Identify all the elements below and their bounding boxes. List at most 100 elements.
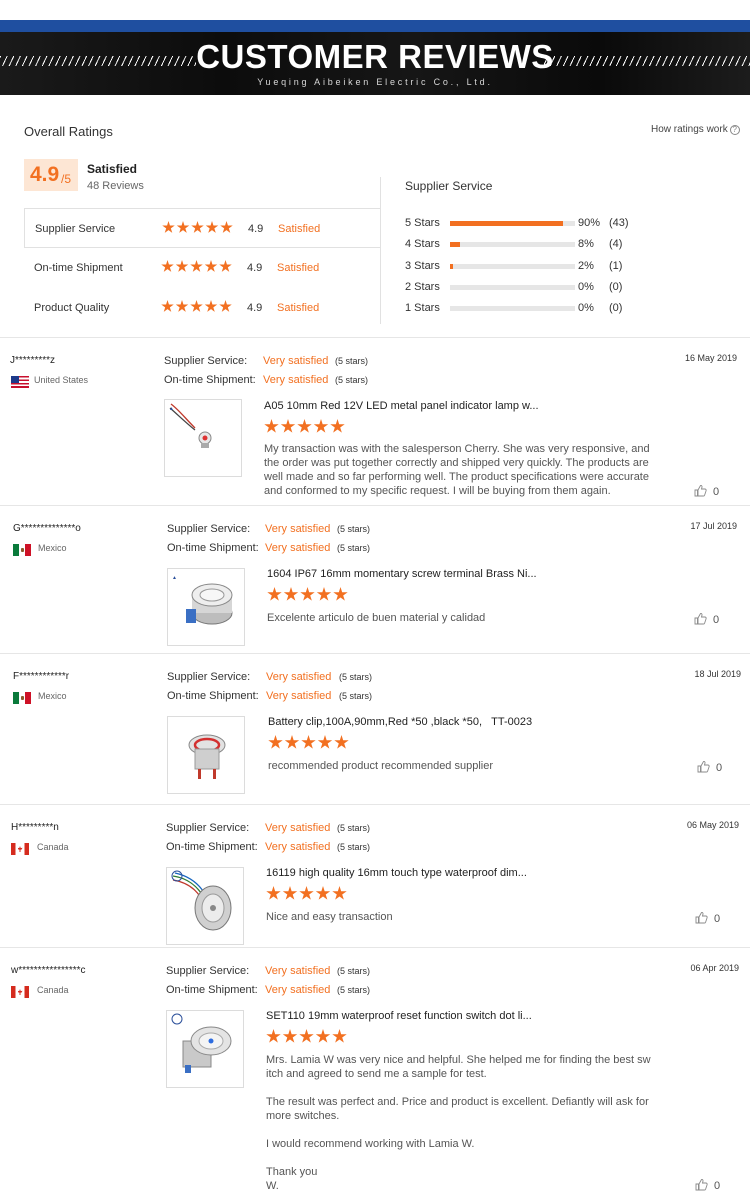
star-icon (316, 587, 332, 601)
product-thumbnail[interactable] (167, 716, 245, 794)
product-title-link[interactable]: Battery clip,100A,90mm,Red *50 ,black *5… (268, 716, 532, 728)
supplier-service-value: Very satisfied (263, 355, 329, 367)
star-bar-label: 1 Stars (405, 302, 440, 314)
review-date: 06 Apr 2019 (690, 963, 739, 973)
category-status: Satisfied (278, 223, 321, 235)
star-icon (190, 300, 203, 312)
category-score: 4.9 (247, 302, 263, 314)
star-rating (161, 300, 234, 318)
reviewer-name: J*********z (10, 355, 56, 366)
reviewer-country: Canada (37, 985, 69, 995)
reviewer-country: Canada (37, 842, 69, 852)
star-bar-percent: 0% (578, 281, 594, 293)
star-bar-track (450, 221, 575, 226)
overall-score-denominator: /5 (61, 172, 72, 186)
star-bar-fill (450, 242, 460, 247)
star-bar-percent: 90% (578, 217, 601, 229)
ontime-shipment-label: On-time Shipment: (167, 542, 259, 554)
product-title-link[interactable]: SET110 19mm waterproof reset function sw… (266, 1010, 532, 1022)
product-thumbnail[interactable] (166, 1010, 244, 1088)
review-item: J*********z United States Supplier Service… (0, 347, 750, 500)
review-item: F************r Mexico Supplier Service: Ver… (0, 663, 750, 813)
flag-mx-icon (13, 692, 31, 704)
review-paragraph: recommended product recommended supplier (268, 760, 494, 772)
review-star-rating (268, 735, 351, 753)
review-paragraph: My transaction was with the salesperson … (264, 443, 650, 497)
product-thumbnail[interactable]: ▲ (164, 399, 242, 477)
product-thumbnail[interactable] (166, 867, 244, 945)
star-bar-track (450, 285, 575, 290)
star-icon (175, 260, 189, 272)
overall-satisfaction: Satisfied (87, 162, 138, 176)
review-date: 16 May 2019 (684, 353, 737, 363)
star-icon (161, 260, 174, 272)
ontime-shipment-stars-note: (5 stars) (335, 375, 369, 385)
like-count: 0 (713, 614, 720, 626)
star-icon (282, 1029, 298, 1043)
like-count: 0 (714, 913, 721, 925)
star-icon (204, 260, 218, 272)
review-text: Mrs. Lamia W was very nice and helpful. … (266, 1053, 652, 1200)
ontime-shipment-label: On-time Shipment: (166, 841, 258, 853)
star-icon (204, 300, 218, 312)
review-paragraph: I would recommend working with Lamia W. (266, 1138, 475, 1150)
question-icon: ? (729, 125, 740, 135)
star-icon (219, 300, 232, 312)
flag-ca-icon (11, 843, 29, 855)
review-date: 18 Jul 2019 (694, 669, 741, 679)
reviewer-name: G**************o (13, 523, 81, 534)
thumbs-up-icon (694, 612, 707, 628)
review-paragraph: Excelente articulo de buen material y ca… (267, 612, 486, 624)
ontime-shipment-label: On-time Shipment: (166, 984, 258, 996)
star-icon (191, 221, 204, 233)
star-icon (333, 587, 348, 601)
like-button[interactable]: 0 (695, 1178, 720, 1194)
star-bar-fill (450, 264, 453, 269)
star-bar-percent: 0% (578, 302, 594, 314)
star-bar-row: 4 Stars 8% (4) (405, 238, 725, 252)
review-paragraph: The result was perfect and. Price and pr… (266, 1096, 649, 1122)
star-bar-label: 4 Stars (405, 238, 440, 250)
ontime-shipment-stars-note: (5 stars) (337, 543, 371, 553)
top-stripe (0, 0, 750, 20)
banner-subtitle: Yueqing Aibeiken Electric Co., Ltd. (257, 77, 493, 87)
svg-text:▲: ▲ (169, 406, 174, 412)
supplier-service-stars-note: (5 stars) (339, 672, 373, 682)
star-icon (315, 886, 331, 900)
ontime-shipment-label: On-time Shipment: (167, 690, 259, 702)
like-button[interactable]: 0 (697, 760, 722, 776)
product-title-link[interactable]: 16119 high quality 16mm touch type water… (266, 867, 527, 879)
reviews-banner: CUSTOMER REVIEWS Yueqing Aibeiken Electr… (0, 32, 750, 95)
review-paragraph: Nice and easy transaction (266, 911, 393, 923)
star-bar-count: (0) (609, 281, 623, 293)
supplier-service-stars-note: (5 stars) (337, 823, 371, 833)
review-star-rating (264, 419, 347, 437)
thumbs-up-icon (694, 484, 707, 500)
how-ratings-work-link[interactable]: How ratings work? (651, 124, 740, 135)
product-thumbnail[interactable]: ▲ (167, 568, 245, 646)
star-bar-track (450, 242, 575, 247)
flag-ca-icon (11, 986, 29, 998)
star-icon (313, 419, 329, 433)
product-title-link[interactable]: A05 10mm Red 12V LED metal panel indicat… (264, 400, 539, 412)
overall-review-count: 48 Reviews (87, 180, 144, 192)
ontime-shipment-value: Very satisfied (265, 542, 331, 554)
star-icon (267, 587, 282, 601)
thumbs-up-icon (697, 760, 710, 776)
category-ratings: Supplier Service 4.9 Satisfied On-time S… (24, 208, 381, 324)
star-rating (162, 221, 235, 239)
star-icon (280, 419, 296, 433)
category-row-supplier-service: Supplier Service 4.9 Satisfied (24, 208, 381, 248)
like-button[interactable]: 0 (695, 911, 720, 927)
star-rating (161, 260, 234, 278)
like-button[interactable]: 0 (694, 484, 719, 500)
category-label: Product Quality (34, 302, 110, 314)
review-star-rating (266, 886, 349, 904)
review-paragraph: Mrs. Lamia W was very nice and helpful. … (266, 1054, 651, 1080)
product-title-link[interactable]: 1604 IP67 16mm momentary screw terminal … (267, 568, 537, 580)
star-icon (317, 735, 333, 749)
thumbs-up-icon (695, 911, 708, 927)
supplier-service-label: Supplier Service: (164, 355, 248, 367)
like-button[interactable]: 0 (694, 612, 719, 628)
star-icon (299, 1029, 314, 1043)
